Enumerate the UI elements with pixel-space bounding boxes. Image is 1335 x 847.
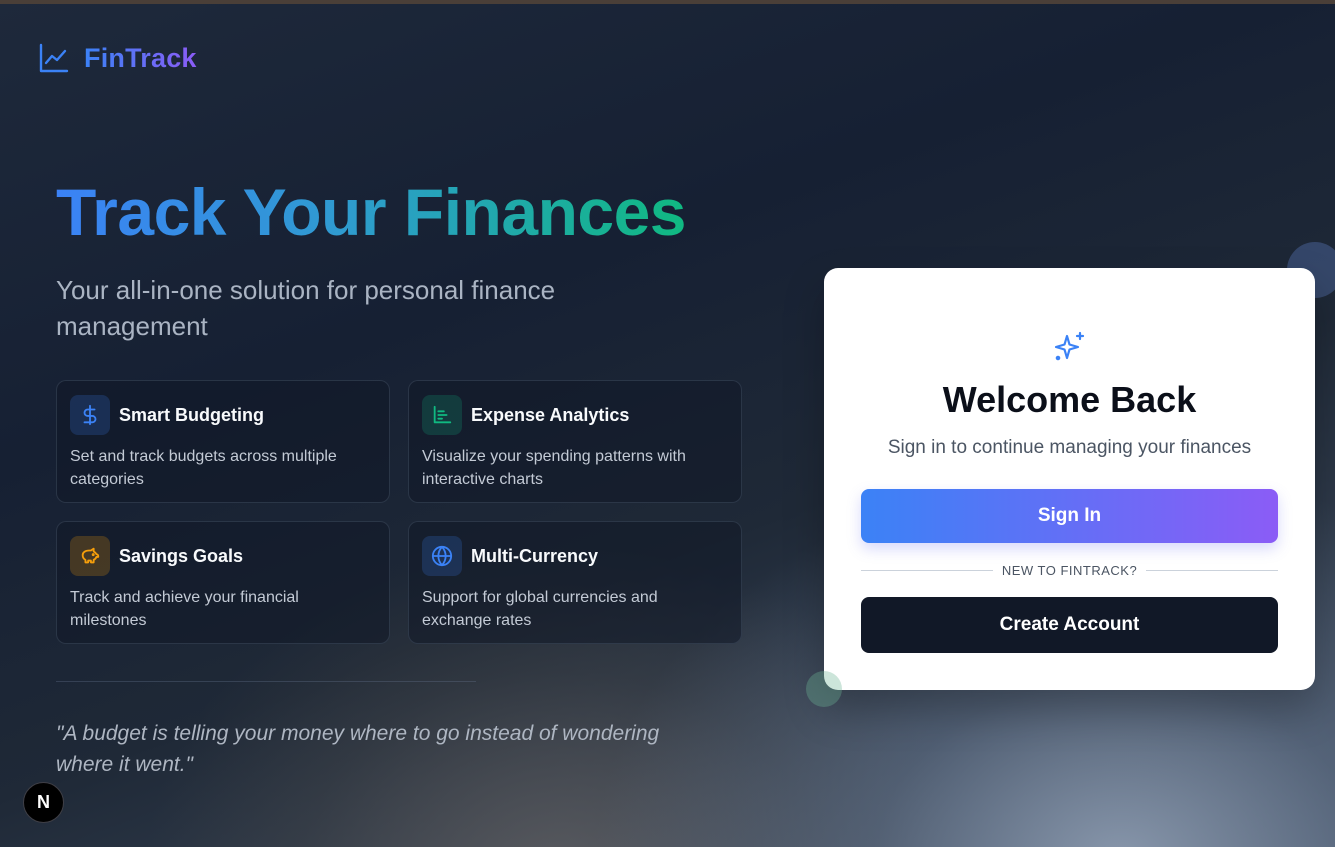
signup-divider-text: NEW TO FINTRACK? [1001,562,1138,578]
feature-title: Smart Budgeting [119,404,265,425]
feature-description: Visualize your spending patterns with in… [422,448,686,488]
divider-line-right [1146,569,1278,571]
feature-title: Savings Goals [119,545,244,566]
feature-card-smart-budgeting: Smart Budgeting Set and track budgets ac… [56,380,390,503]
feature-title: Multi-Currency [471,545,599,566]
brand-name: FinTrack [84,42,197,73]
feature-card-expense-analytics: Expense Analytics Visualize your spendin… [408,380,742,503]
window-top-edge [0,0,1335,4]
piggy-bank-icon [70,536,110,576]
brand-logo[interactable]: FinTrack [38,42,197,74]
auth-card: Welcome Back Sign in to continue managin… [824,268,1315,690]
create-account-button[interactable]: Create Account [861,597,1278,653]
feature-title: Expense Analytics [471,404,630,425]
budget-quote: "A budget is telling your money where to… [56,722,660,776]
dev-badge-letter: N [37,792,50,812]
signup-divider: NEW TO FINTRACK? [861,561,1278,579]
hero-subtitle: Your all-in-one solution for personal fi… [56,275,556,341]
line-chart-icon [39,43,69,73]
sign-in-button[interactable]: Sign In [861,489,1278,543]
hero-title: Track Your Finances [56,172,687,252]
feature-card-multi-currency: Multi-Currency Support for global curren… [408,521,742,644]
welcome-title: Welcome Back [942,379,1197,420]
landing-page: FinTrack Track Your Finances Your all-in… [0,0,1335,847]
sparkles-icon [1054,331,1085,361]
decorative-circle [806,671,842,707]
divider-line-left [861,569,993,571]
dev-tools-badge[interactable]: N [23,782,64,823]
feature-card-savings-goals: Savings Goals Track and achieve your fin… [56,521,390,644]
bar-chart-icon [422,395,462,435]
feature-description: Support for global currencies and exchan… [422,589,658,629]
dollar-icon [70,395,110,435]
feature-description: Track and achieve your financial milesto… [70,589,299,629]
welcome-subtitle: Sign in to continue managing your financ… [887,437,1252,458]
section-divider [56,681,476,682]
globe-icon [422,536,462,576]
feature-description: Set and track budgets across multiple ca… [70,448,337,488]
